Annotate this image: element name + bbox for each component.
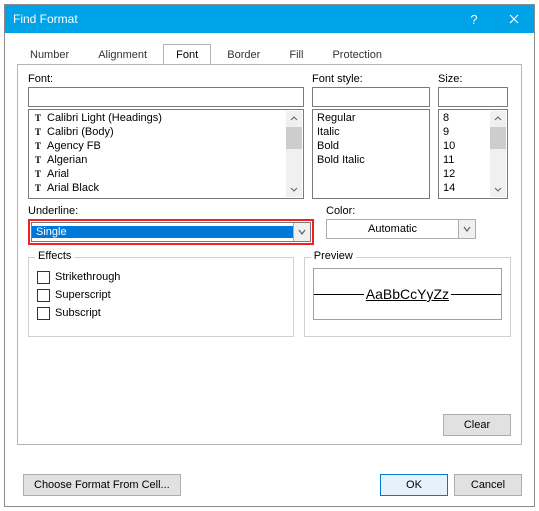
list-item[interactable]: Bold Italic: [313, 153, 429, 167]
truetype-icon: T: [31, 183, 45, 193]
list-item[interactable]: TCalibri Light (Headings): [29, 111, 303, 125]
chevron-down-icon: [494, 185, 502, 193]
list-item[interactable]: Regular: [313, 111, 429, 125]
color-combo[interactable]: Automatic: [326, 219, 476, 239]
checkbox-icon: [37, 289, 50, 302]
scroll-thumb[interactable]: [286, 127, 302, 149]
truetype-icon: T: [31, 155, 45, 165]
dropdown-button[interactable]: [458, 220, 475, 238]
underline-combo[interactable]: Single: [31, 222, 311, 242]
tab-protection[interactable]: Protection: [319, 44, 395, 64]
font-style-input[interactable]: [312, 87, 430, 107]
ok-button[interactable]: OK: [380, 474, 448, 496]
tab-alignment[interactable]: Alignment: [85, 44, 160, 64]
tab-number[interactable]: Number: [17, 44, 82, 64]
truetype-icon: T: [31, 141, 45, 151]
size-label: Size:: [438, 73, 508, 85]
cancel-button[interactable]: Cancel: [454, 474, 522, 496]
font-input[interactable]: [28, 87, 304, 107]
effects-group: Effects Strikethrough Superscript Subscr…: [28, 257, 294, 337]
scrollbar[interactable]: [490, 111, 506, 197]
highlight-annotation: Single: [28, 219, 314, 245]
close-icon: [509, 14, 519, 24]
superscript-checkbox[interactable]: Superscript: [37, 286, 285, 304]
titlebar: Find Format ?: [5, 5, 534, 33]
choose-format-button[interactable]: Choose Format From Cell...: [23, 474, 181, 496]
tab-panel-font: Font: TCalibri Light (Headings) TCalibri…: [17, 65, 522, 445]
checkbox-icon: [37, 307, 50, 320]
color-label: Color:: [326, 205, 476, 217]
tab-font[interactable]: Font: [163, 44, 211, 64]
window-title: Find Format: [13, 12, 454, 26]
list-item[interactable]: TAgency FB: [29, 139, 303, 153]
chevron-down-icon: [290, 185, 298, 193]
list-item[interactable]: Italic: [313, 125, 429, 139]
chevron-down-icon: [298, 228, 306, 236]
subscript-checkbox[interactable]: Subscript: [37, 304, 285, 322]
dialog-footer: Choose Format From Cell... OK Cancel: [17, 474, 522, 496]
scroll-up-button[interactable]: [490, 111, 506, 127]
truetype-icon: T: [31, 127, 45, 137]
chevron-down-icon: [463, 225, 471, 233]
truetype-icon: T: [31, 113, 45, 123]
list-item[interactable]: TArial: [29, 167, 303, 181]
checkbox-icon: [37, 271, 50, 284]
preview-group: Preview AaBbCcYyZz: [304, 257, 511, 337]
font-style-label: Font style:: [312, 73, 430, 85]
font-listbox[interactable]: TCalibri Light (Headings) TCalibri (Body…: [28, 109, 304, 199]
close-button[interactable]: [494, 5, 534, 33]
underline-sample-line: [451, 294, 501, 295]
underline-sample-line: [314, 294, 364, 295]
size-input[interactable]: [438, 87, 508, 107]
tab-border[interactable]: Border: [214, 44, 273, 64]
effects-group-title: Effects: [35, 250, 74, 262]
chevron-up-icon: [290, 115, 298, 123]
scroll-up-button[interactable]: [286, 111, 302, 127]
help-button[interactable]: ?: [454, 5, 494, 33]
list-item[interactable]: Bold: [313, 139, 429, 153]
dropdown-button[interactable]: [293, 223, 310, 241]
underline-label: Underline:: [28, 205, 318, 217]
scroll-down-button[interactable]: [490, 181, 506, 197]
font-label: Font:: [28, 73, 304, 85]
truetype-icon: T: [31, 169, 45, 179]
clear-button[interactable]: Clear: [443, 414, 511, 436]
list-item[interactable]: TCalibri (Body): [29, 125, 303, 139]
strikethrough-checkbox[interactable]: Strikethrough: [37, 268, 285, 286]
tab-fill[interactable]: Fill: [276, 44, 316, 64]
tab-bar: Number Alignment Font Border Fill Protec…: [17, 43, 522, 65]
dialog-window: Find Format ? Number Alignment Font Bord…: [4, 4, 535, 507]
scroll-down-button[interactable]: [286, 181, 302, 197]
preview-text: AaBbCcYyZz: [364, 286, 451, 302]
list-item[interactable]: TArial Black: [29, 181, 303, 195]
list-item[interactable]: TAlgerian: [29, 153, 303, 167]
preview-group-title: Preview: [311, 250, 356, 262]
scroll-thumb[interactable]: [490, 127, 506, 149]
chevron-up-icon: [494, 115, 502, 123]
font-style-listbox[interactable]: Regular Italic Bold Bold Italic: [312, 109, 430, 199]
size-listbox[interactable]: 8 9 10 11 12 14: [438, 109, 508, 199]
preview-box: AaBbCcYyZz: [313, 268, 502, 320]
scrollbar[interactable]: [286, 111, 302, 197]
